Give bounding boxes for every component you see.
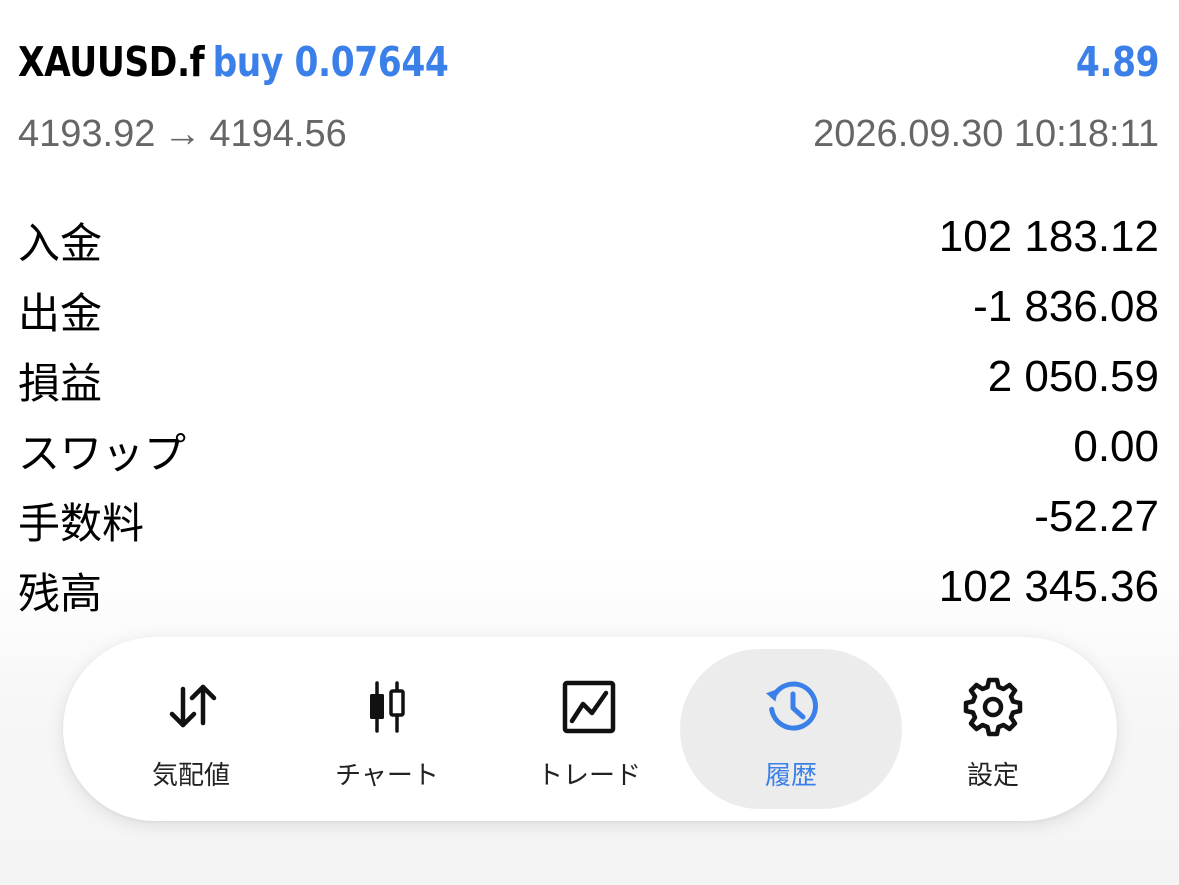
summary-label: スワップ <box>18 429 187 478</box>
bottom-tab-bar: 気配値 チャート トレード 履歴 設定 <box>63 637 1117 821</box>
tab-label: 気配値 <box>151 761 230 791</box>
balance-summary: 入金 102 183.12 出金 -1 836.08 損益 2 050.59 ス… <box>18 202 1159 622</box>
tab-chart[interactable]: チャート <box>276 649 498 809</box>
summary-row-commission: 手数料 -52.27 <box>18 482 1159 552</box>
summary-row-profit: 損益 2 050.59 <box>18 342 1159 412</box>
deal-header: XAUUSD.f buy 0.07644 4.89 <box>18 38 1159 98</box>
summary-value: -52.27 <box>1034 492 1159 541</box>
deal-title: XAUUSD.f buy 0.07644 <box>18 38 449 86</box>
summary-label: 手数料 <box>18 499 145 548</box>
summary-value: 102 183.12 <box>938 212 1159 261</box>
tab-trade[interactable]: トレード <box>478 649 700 809</box>
summary-value: 102 345.36 <box>938 562 1159 611</box>
deal-datetime: 2026.09.30 10:18:11 <box>813 113 1159 155</box>
deal-profit: 4.89 <box>1075 38 1160 86</box>
history-clock-icon <box>765 681 818 731</box>
summary-label: 残高 <box>18 569 103 618</box>
tab-history[interactable]: 履歴 <box>680 649 902 809</box>
summary-row-swap: スワップ 0.00 <box>18 412 1159 482</box>
deal-type-volume: buy 0.07644 <box>212 38 449 86</box>
summary-value: 0.00 <box>1073 422 1159 471</box>
quotes-arrows-icon <box>169 684 217 728</box>
summary-row-deposit: 入金 102 183.12 <box>18 202 1159 272</box>
summary-label: 出金 <box>18 289 103 338</box>
summary-label: 損益 <box>18 359 103 408</box>
summary-label: 入金 <box>18 219 103 268</box>
tab-label: チャート <box>335 761 439 791</box>
tab-label: 履歴 <box>764 761 817 791</box>
summary-value: -1 836.08 <box>973 282 1159 331</box>
gear-icon <box>963 677 1023 737</box>
price-arrow: → <box>163 113 202 155</box>
summary-row-balance: 残高 102 345.36 <box>18 552 1159 622</box>
close-price: 4194.56 <box>209 113 347 155</box>
tab-settings[interactable]: 設定 <box>882 649 1104 809</box>
summary-value: 2 050.59 <box>987 352 1159 401</box>
tab-label: 設定 <box>966 761 1019 791</box>
candlestick-chart-icon <box>370 681 405 733</box>
open-price: 4193.92 <box>18 113 156 155</box>
tab-quotes[interactable]: 気配値 <box>80 649 302 809</box>
deal-prices: 4193.92 → 4194.56 <box>18 113 347 156</box>
deal-symbol: XAUUSD.f <box>18 38 205 86</box>
tab-label: トレード <box>536 761 641 791</box>
summary-row-withdrawal: 出金 -1 836.08 <box>18 272 1159 342</box>
trade-chart-icon <box>562 680 616 734</box>
